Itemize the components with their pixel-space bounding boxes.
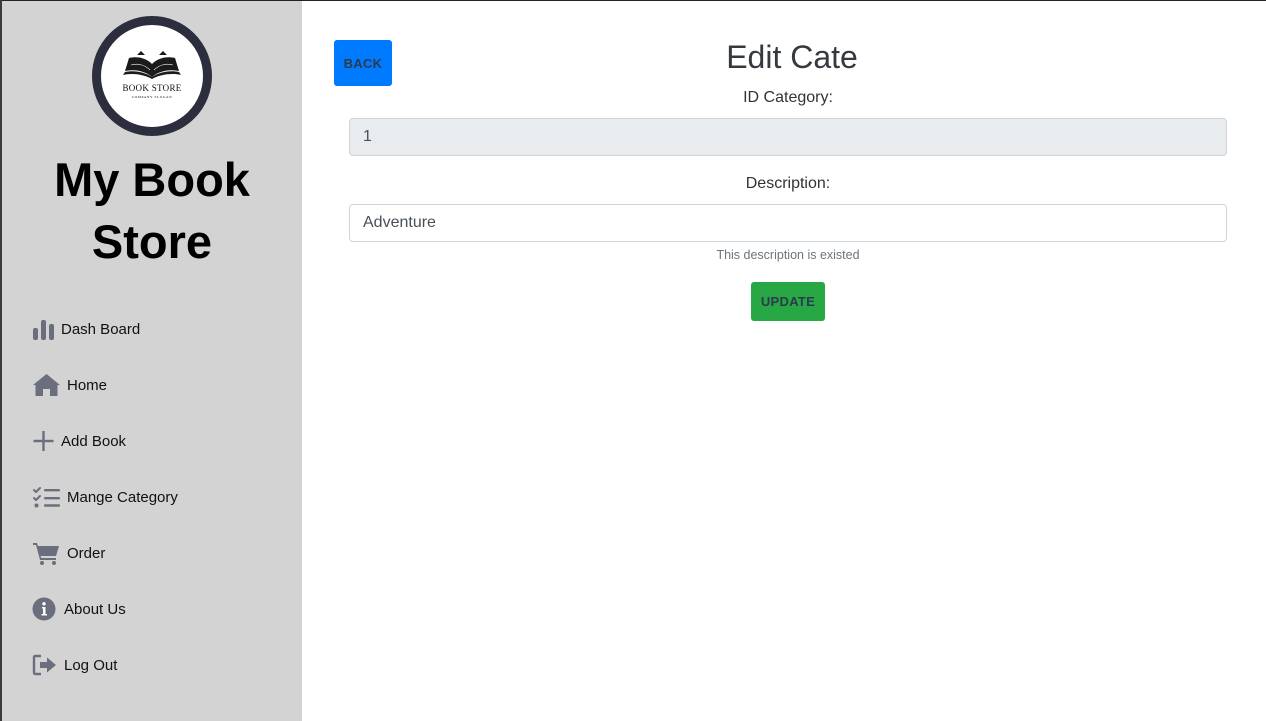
open-book-icon <box>123 51 181 79</box>
logout-icon <box>32 654 58 676</box>
sidebar-item-manage-category[interactable]: Mange Category <box>2 469 302 525</box>
home-icon <box>32 373 61 397</box>
sidebar-item-add-book[interactable]: Add Book <box>2 413 302 469</box>
task-list-icon <box>32 486 61 508</box>
id-category-input[interactable] <box>349 118 1227 156</box>
brand-title: My Book Store <box>54 153 250 268</box>
sidebar: BOOK STORE COMPANY SLOGAN My Book Store … <box>2 1 302 721</box>
cart-icon <box>32 541 61 565</box>
logo-title: BOOK STORE <box>122 83 182 93</box>
update-button[interactable]: UPDATE <box>751 282 825 321</box>
bar-chart-icon <box>32 318 55 340</box>
sidebar-item-label: Add Book <box>61 432 127 450</box>
sidebar-item-label: Log Out <box>64 656 118 674</box>
main-content: BACK Edit Cate ID Category: Description:… <box>302 1 1266 721</box>
plus-icon <box>32 430 55 452</box>
id-category-label: ID Category: <box>743 89 833 106</box>
sidebar-item-label: Mange Category <box>67 488 178 506</box>
description-label: Description: <box>745 175 831 192</box>
sidebar-nav: Dash Board Home Add Book Mange Category … <box>2 301 302 693</box>
store-logo: BOOK STORE COMPANY SLOGAN <box>92 16 212 136</box>
sidebar-item-about-us[interactable]: About Us <box>2 581 302 637</box>
sidebar-item-log-out[interactable]: Log Out <box>2 637 302 693</box>
info-icon <box>32 597 58 621</box>
sidebar-item-home[interactable]: Home <box>2 357 302 413</box>
page-title: Edit Cate <box>726 39 858 75</box>
sidebar-item-order[interactable]: Order <box>2 525 302 581</box>
description-input[interactable] <box>349 204 1227 242</box>
logo-tagline: COMPANY SLOGAN <box>131 95 173 99</box>
sidebar-item-label: Home <box>67 376 108 394</box>
sidebar-item-dashboard[interactable]: Dash Board <box>2 301 302 357</box>
sidebar-item-label: About Us <box>64 600 126 618</box>
sidebar-item-label: Order <box>67 544 106 562</box>
description-help-text: This description is existed <box>716 248 860 262</box>
sidebar-item-label: Dash Board <box>61 320 141 338</box>
